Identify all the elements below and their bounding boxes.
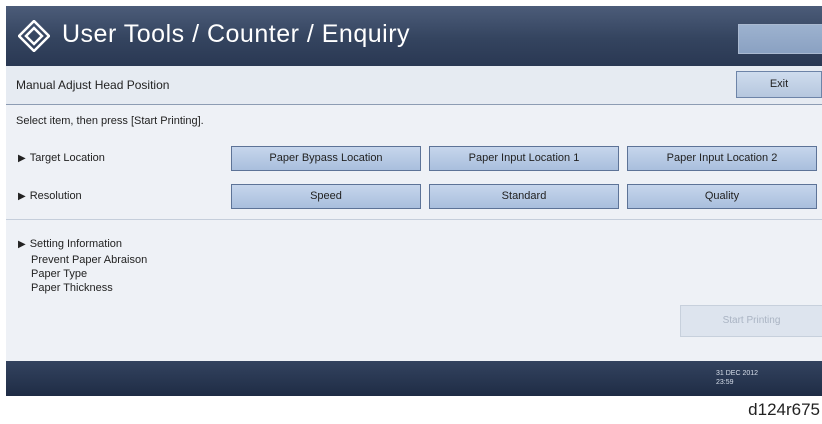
paper-input-location-2-button[interactable]: Paper Input Location 2 <box>627 146 817 171</box>
footer-bar: 31 DEC 2012 23:59 <box>6 361 822 396</box>
standard-button[interactable]: Standard <box>429 184 619 209</box>
page-title: User Tools / Counter / Enquiry <box>62 20 411 48</box>
section-divider <box>6 219 822 220</box>
time-text: 23:59 <box>716 379 734 386</box>
quality-button[interactable]: Quality <box>627 184 817 209</box>
instruction-text: Select item, then press [Start Printing]… <box>16 115 204 127</box>
paper-input-location-1-button[interactable]: Paper Input Location 1 <box>429 146 619 171</box>
resolution-label: ▶ Resolution <box>18 190 82 202</box>
diamond-logo-icon <box>18 20 50 52</box>
exit-button[interactable]: Exit <box>736 71 822 98</box>
setting-information-title: ▶ Setting Information <box>18 238 123 250</box>
figure-code: d124r675 <box>748 400 820 419</box>
start-printing-button[interactable]: Start Printing <box>680 305 822 337</box>
triangle-right-icon: ▶ <box>18 191 26 202</box>
paper-bypass-location-button[interactable]: Paper Bypass Location <box>231 146 421 171</box>
operation-panel-screen: User Tools / Counter / Enquiry Manual Ad… <box>6 6 822 396</box>
speed-button[interactable]: Speed <box>231 184 421 209</box>
date-text: 31 DEC 2012 <box>716 370 759 377</box>
target-location-label: ▶ Target Location <box>18 152 105 164</box>
triangle-right-icon: ▶ <box>18 153 26 164</box>
date-time-display: 31 DEC 2012 23:59 <box>716 369 758 387</box>
function-row: Manual Adjust Head Position Exit <box>6 66 822 105</box>
triangle-right-icon: ▶ <box>18 239 26 250</box>
header-bar: User Tools / Counter / Enquiry <box>6 6 822 66</box>
header-right-button[interactable] <box>738 24 822 54</box>
setting-info-item: Paper Thickness <box>31 282 113 294</box>
function-name: Manual Adjust Head Position <box>16 78 170 92</box>
setting-info-item: Prevent Paper Abraison <box>31 254 148 266</box>
setting-info-item: Paper Type <box>31 268 88 280</box>
